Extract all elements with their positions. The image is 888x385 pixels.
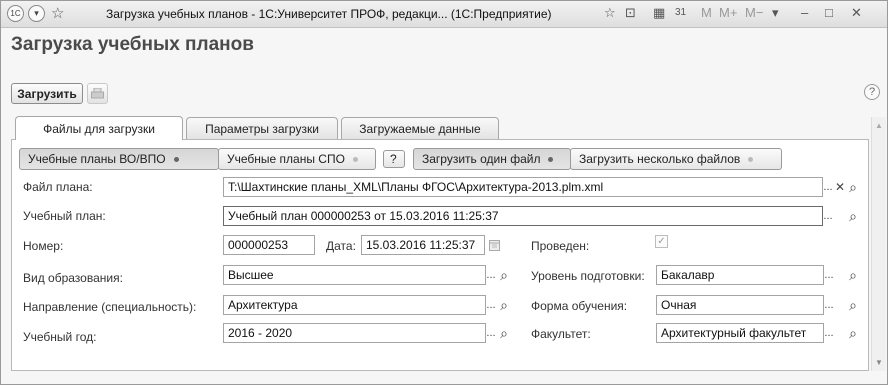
calendar-icon[interactable]: 31 [675,7,686,18]
radio-dot-icon [548,156,554,162]
number-field[interactable]: 000000253 [223,235,315,255]
menu-chevron-icon[interactable]: ▾ [772,5,779,21]
search-icon[interactable]: ⌕ [846,295,860,315]
year-field[interactable]: 2016 - 2020 [223,323,486,343]
file-path-field[interactable]: T:\Шахтинские планы_XML\Планы ФГОС\Архит… [223,177,823,197]
app-window: 1С ▾ ☆ Загрузка учебных планов - 1С:Унив… [0,0,888,385]
edu-type-label: Вид образования: [23,271,123,285]
minimize-button[interactable]: – [801,5,808,20]
file-select-button[interactable]: ... [822,177,834,197]
year-label: Учебный год: [23,330,97,344]
link-icon[interactable]: ⊡ [625,5,636,21]
page-title: Загрузка учебных планов [11,34,254,55]
tab-params[interactable]: Параметры загрузки [186,117,338,139]
calculator-icon[interactable]: ▦ [653,5,665,21]
search-icon[interactable]: ⌕ [497,295,511,315]
direction-label: Направление (специальность): [23,300,197,314]
search-icon[interactable]: ⌕ [846,206,860,226]
search-icon[interactable]: ⌕ [497,323,511,343]
plan-select-button[interactable]: ... [822,206,834,226]
mode-vo-label: Учебные планы ВО/ВПО [28,152,166,166]
direction-select-button[interactable]: ... [485,295,497,315]
window-title: Загрузка учебных планов - 1С:Университет… [106,7,552,21]
memory-minus-button[interactable]: M− [745,5,763,20]
app-logo-icon[interactable]: 1С [7,5,24,22]
memory-plus-button[interactable]: M+ [719,5,737,20]
load-one-button[interactable]: Загрузить один файл [413,148,571,170]
mode-vo-button[interactable]: Учебные планы ВО/ВПО [19,148,219,170]
edu-type-select-button[interactable]: ... [485,265,497,285]
load-many-label: Загрузить несколько файлов [579,152,741,166]
search-icon[interactable]: ⌕ [497,265,511,285]
faculty-select-button[interactable]: ... [823,323,835,343]
chevron-down-icon[interactable]: ▾ [28,5,45,22]
star-icon[interactable]: ☆ [604,5,616,21]
number-label: Номер: [23,239,64,253]
radio-dot-icon [748,156,754,162]
faculty-label: Факультет: [531,327,591,341]
level-field[interactable]: Бакалавр [656,265,824,285]
date-field[interactable]: 15.03.2016 11:25:37 [361,235,485,255]
radio-dot-icon [173,156,179,162]
posted-checkbox[interactable]: ✓ [655,235,668,248]
maximize-button[interactable]: □ [825,5,833,20]
mode-spo-label: Учебные планы СПО [227,152,345,166]
plan-field[interactable]: Учебный план 000000253 от 15.03.2016 11:… [223,206,823,226]
year-select-button[interactable]: ... [485,323,497,343]
posted-label: Проведен: [531,239,590,253]
search-icon[interactable]: ⌕ [846,177,860,197]
calendar-icon[interactable] [486,235,502,255]
clear-icon[interactable]: ✕ [834,177,846,197]
faculty-field[interactable]: Архитектурный факультет [656,323,824,343]
level-label: Уровень подготовки: [531,269,645,283]
tab-files[interactable]: Файлы для загрузки [15,116,183,140]
scrollbar[interactable]: ▲ ▼ [871,117,886,371]
load-button[interactable]: Загрузить [11,83,83,104]
level-select-button[interactable]: ... [823,265,835,285]
print-icon[interactable] [87,83,108,104]
load-one-label: Загрузить один файл [422,152,541,166]
mode-spo-button[interactable]: Учебные планы СПО [218,148,376,170]
help-icon[interactable]: ? [864,84,880,100]
search-icon[interactable]: ⌕ [846,265,860,285]
study-form-field[interactable]: Очная [656,295,824,315]
load-many-button[interactable]: Загрузить несколько файлов [570,148,782,170]
search-icon[interactable]: ⌕ [846,323,860,343]
file-label: Файл плана: [23,180,93,194]
tab-data[interactable]: Загружаемые данные [341,117,499,139]
study-form-select-button[interactable]: ... [823,295,835,315]
plan-label: Учебный план: [23,209,106,223]
study-form-label: Форма обучения: [531,299,628,313]
direction-field[interactable]: Архитектура [223,295,486,315]
mode-help-button[interactable]: ? [383,150,405,168]
favorite-star-icon[interactable]: ☆ [51,4,64,22]
memory-m-button[interactable]: M [701,5,712,20]
radio-dot-icon [352,156,358,162]
date-label: Дата: [326,239,356,253]
close-button[interactable]: ✕ [851,5,862,21]
edu-type-field[interactable]: Высшее [223,265,486,285]
title-bar: 1С ▾ ☆ Загрузка учебных планов - 1С:Унив… [1,1,887,28]
